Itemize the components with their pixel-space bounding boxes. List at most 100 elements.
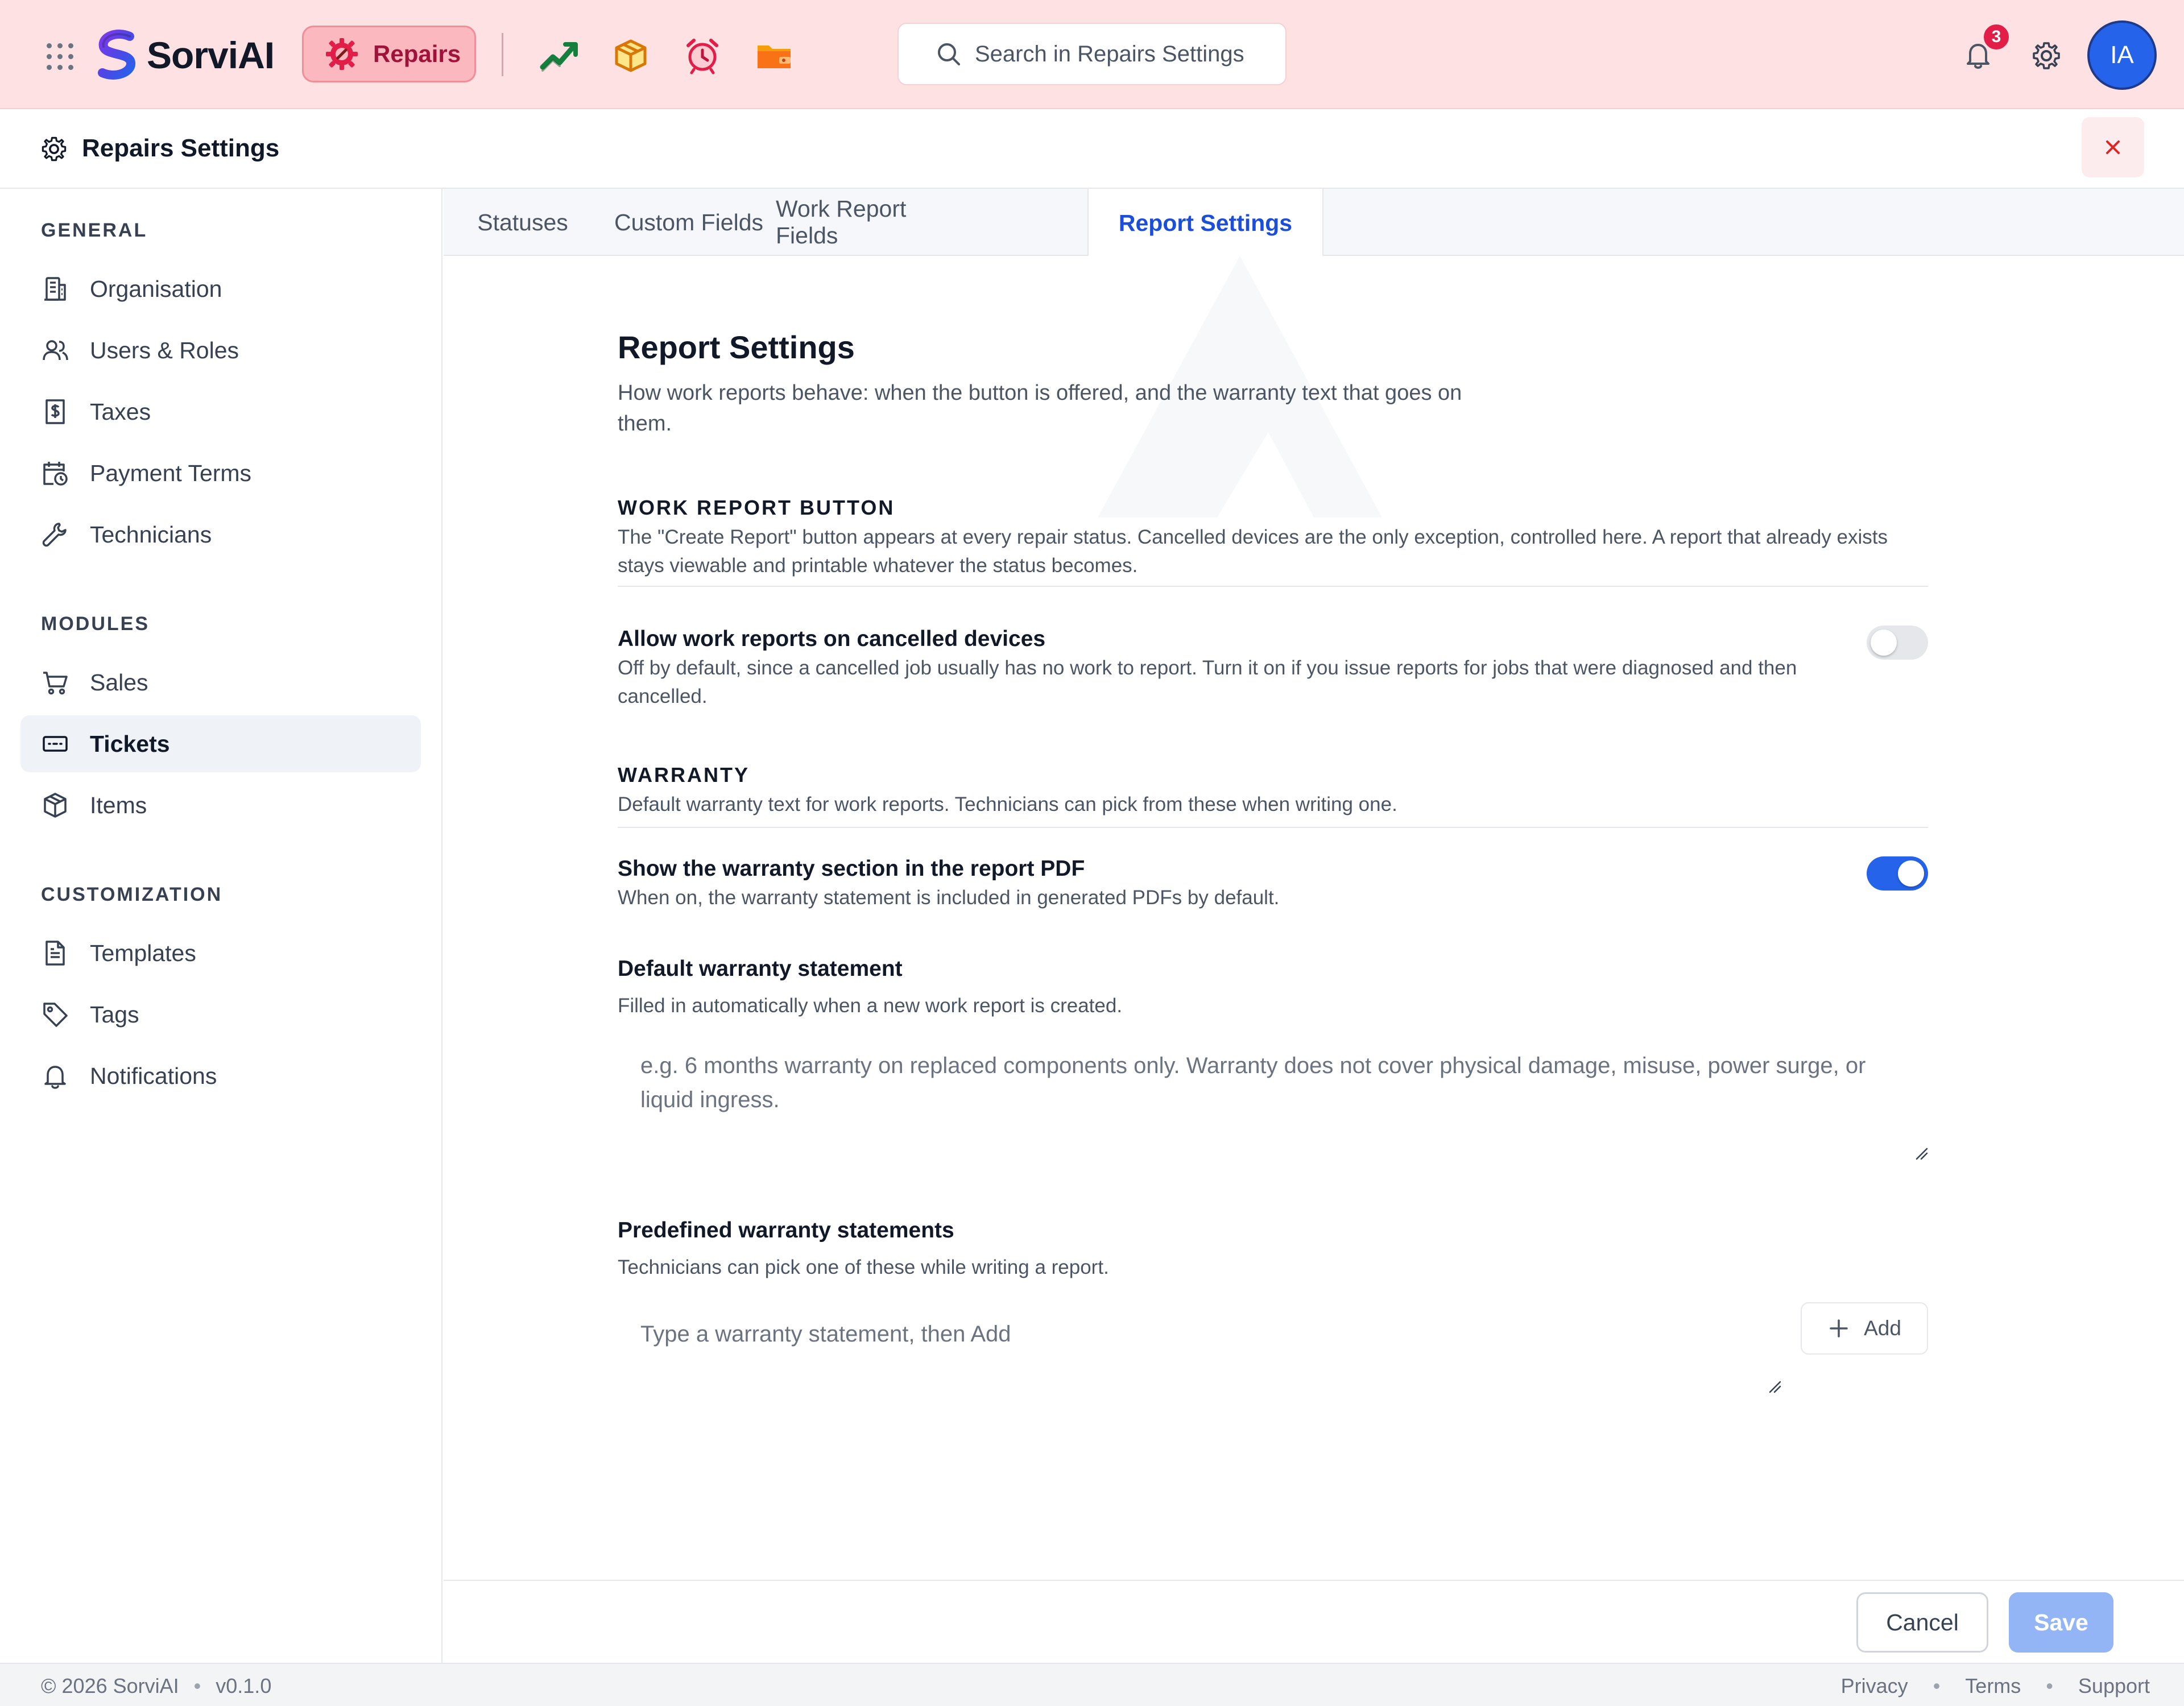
tab-statuses[interactable]: Statuses: [444, 189, 602, 256]
allow-cancelled-title: Allow work reports on cancelled devices: [618, 627, 1046, 651]
sidebar-item-payment-terms[interactable]: Payment Terms: [20, 445, 421, 502]
allow-cancelled-toggle[interactable]: [1867, 626, 1928, 660]
page-title: Repairs Settings: [82, 134, 280, 162]
show-warranty-title: Show the warranty section in the report …: [618, 856, 1085, 881]
sidebar-item-label: Technicians: [90, 521, 212, 548]
add-warranty-button[interactable]: Add: [1801, 1302, 1928, 1355]
dollar-receipt-icon: [46, 399, 65, 424]
version-text: v0.1.0: [216, 1674, 272, 1697]
document-icon: [46, 941, 65, 966]
default-warranty-textarea[interactable]: e.g. 6 months warranty on replaced compo…: [618, 1049, 1928, 1140]
sidebar-item-label: Notifications: [90, 1062, 217, 1089]
app-launcher-grid-icon[interactable]: [43, 40, 73, 70]
tag-icon: [43, 1003, 68, 1027]
separator-dot: •: [2046, 1674, 2053, 1697]
sidebar-item-items[interactable]: Items: [20, 777, 421, 834]
toggle-knob: [1898, 860, 1924, 887]
separator-dot: •: [193, 1674, 201, 1697]
tab-custom-fields[interactable]: Custom Fields: [602, 189, 776, 256]
save-button[interactable]: Save: [2009, 1592, 2113, 1653]
predefined-warranty-title: Predefined warranty statements: [618, 1218, 954, 1243]
sidebar-item-technicians[interactable]: Technicians: [20, 506, 421, 563]
show-warranty-toggle[interactable]: [1867, 856, 1928, 891]
settings-sidebar: GENERAL Organisation Users & Roles Taxes…: [0, 189, 442, 1663]
sidebar-item-notifications[interactable]: Notifications: [20, 1047, 421, 1104]
sidebar-item-organisation[interactable]: Organisation: [20, 260, 421, 317]
separator-dot: •: [1933, 1674, 1941, 1697]
sidebar-section-general: GENERAL: [41, 220, 148, 241]
users-icon: [43, 340, 68, 361]
sidebar-item-tickets[interactable]: Tickets: [20, 715, 421, 772]
sidebar-section-customization: CUSTOMIZATION: [41, 884, 223, 905]
sidebar-item-label: Items: [90, 792, 147, 818]
repair-gear-icon: [326, 38, 358, 70]
show-warranty-description: When on, the warranty statement is inclu…: [618, 887, 1280, 909]
predefined-warranty-input[interactable]: Type a warranty statement, then Add: [618, 1317, 1789, 1385]
tab-report-settings[interactable]: Report Settings: [1087, 189, 1323, 257]
sidebar-item-label: Taxes: [90, 398, 151, 425]
sidebar-section-modules: MODULES: [41, 613, 150, 635]
module-label: Repairs: [373, 40, 461, 67]
cart-icon: [43, 672, 68, 695]
footer: © 2026 SorviAI • v0.1.0 Privacy • Terms …: [0, 1663, 2184, 1706]
copyright-text: © 2026 SorviAI: [41, 1674, 179, 1697]
sidebar-item-label: Templates: [90, 939, 196, 966]
settings-tabs: Statuses Custom Fields Work Report Field…: [444, 189, 2184, 257]
report-settings-panel: Report Settings How work reports behave:…: [444, 256, 2184, 1580]
package-box-icon[interactable]: [611, 35, 651, 75]
sidebar-item-templates[interactable]: Templates: [20, 925, 421, 982]
sidebar-item-label: Tags: [90, 1001, 139, 1028]
search-input[interactable]: Search in Repairs Settings: [897, 23, 1287, 85]
bell-icon: [44, 1066, 66, 1089]
sidebar-item-sales[interactable]: Sales: [20, 654, 421, 711]
sidebar-item-tags[interactable]: Tags: [20, 986, 421, 1043]
trending-chart-icon[interactable]: [539, 35, 579, 75]
settings-gear-icon[interactable]: [2030, 40, 2062, 72]
search-icon: [938, 43, 960, 65]
footer-link-privacy[interactable]: Privacy: [1841, 1674, 1908, 1698]
app-logo[interactable]: SorviAI: [94, 30, 275, 81]
app-name: SorviAI: [147, 34, 275, 76]
logo-mark-icon: [98, 30, 135, 80]
work-report-button-heading: WORK REPORT BUTTON: [618, 496, 895, 519]
default-warranty-description: Filled in automatically when a new work …: [618, 995, 1123, 1017]
section-lead: How work reports behave: when the button…: [618, 381, 1462, 436]
calendar-clock-icon: [43, 462, 68, 486]
sidebar-item-users-roles[interactable]: Users & Roles: [20, 322, 421, 379]
add-button-label: Add: [1864, 1316, 1901, 1340]
alarm-clock-icon[interactable]: [682, 35, 722, 75]
allow-cancelled-description: Off by default, since a cancelled job us…: [618, 657, 1797, 707]
cancel-button[interactable]: Cancel: [1856, 1592, 1988, 1653]
sidebar-item-label: Payment Terms: [90, 459, 252, 486]
resize-handle-icon[interactable]: [1914, 1146, 1928, 1160]
divider: [502, 33, 503, 76]
work-report-button-description: The "Create Report" button appears at ev…: [618, 526, 1888, 577]
settings-gear-icon: [42, 136, 67, 162]
toggle-knob: [1871, 630, 1897, 656]
footer-link-terms[interactable]: Terms: [1965, 1674, 2021, 1698]
tab-work-report-fields[interactable]: Work Report Fields: [776, 189, 962, 256]
default-warranty-title: Default warranty statement: [618, 956, 903, 981]
sidebar-item-label: Organisation: [90, 275, 222, 302]
divider: [618, 586, 1928, 587]
top-bar: SorviAI Repairs Search in Repairs Settin…: [0, 0, 2184, 109]
user-avatar[interactable]: IA: [2087, 20, 2157, 90]
sidebar-item-taxes[interactable]: Taxes: [20, 383, 421, 440]
close-button[interactable]: [2082, 117, 2144, 177]
predefined-warranty-description: Technicians can pick one of these while …: [618, 1256, 1109, 1278]
resize-handle-icon[interactable]: [1768, 1380, 1781, 1393]
warranty-heading: WARRANTY: [618, 763, 750, 786]
notification-count-badge: 3: [1982, 23, 2011, 51]
footer-link-support[interactable]: Support: [2078, 1674, 2150, 1698]
plus-icon: [1830, 1319, 1848, 1338]
sidebar-item-label: Tickets: [90, 730, 170, 757]
sidebar-item-label: Sales: [90, 669, 148, 695]
ticket-icon: [43, 736, 68, 752]
folder-wallet-icon[interactable]: [754, 35, 794, 75]
search-placeholder: Search in Repairs Settings: [975, 41, 1244, 67]
divider: [618, 827, 1928, 828]
warranty-description: Default warranty text for work reports. …: [618, 793, 1397, 815]
wrench-icon: [42, 523, 67, 547]
module-switcher-repairs[interactable]: Repairs: [302, 26, 476, 82]
section-title: Report Settings: [618, 329, 855, 365]
